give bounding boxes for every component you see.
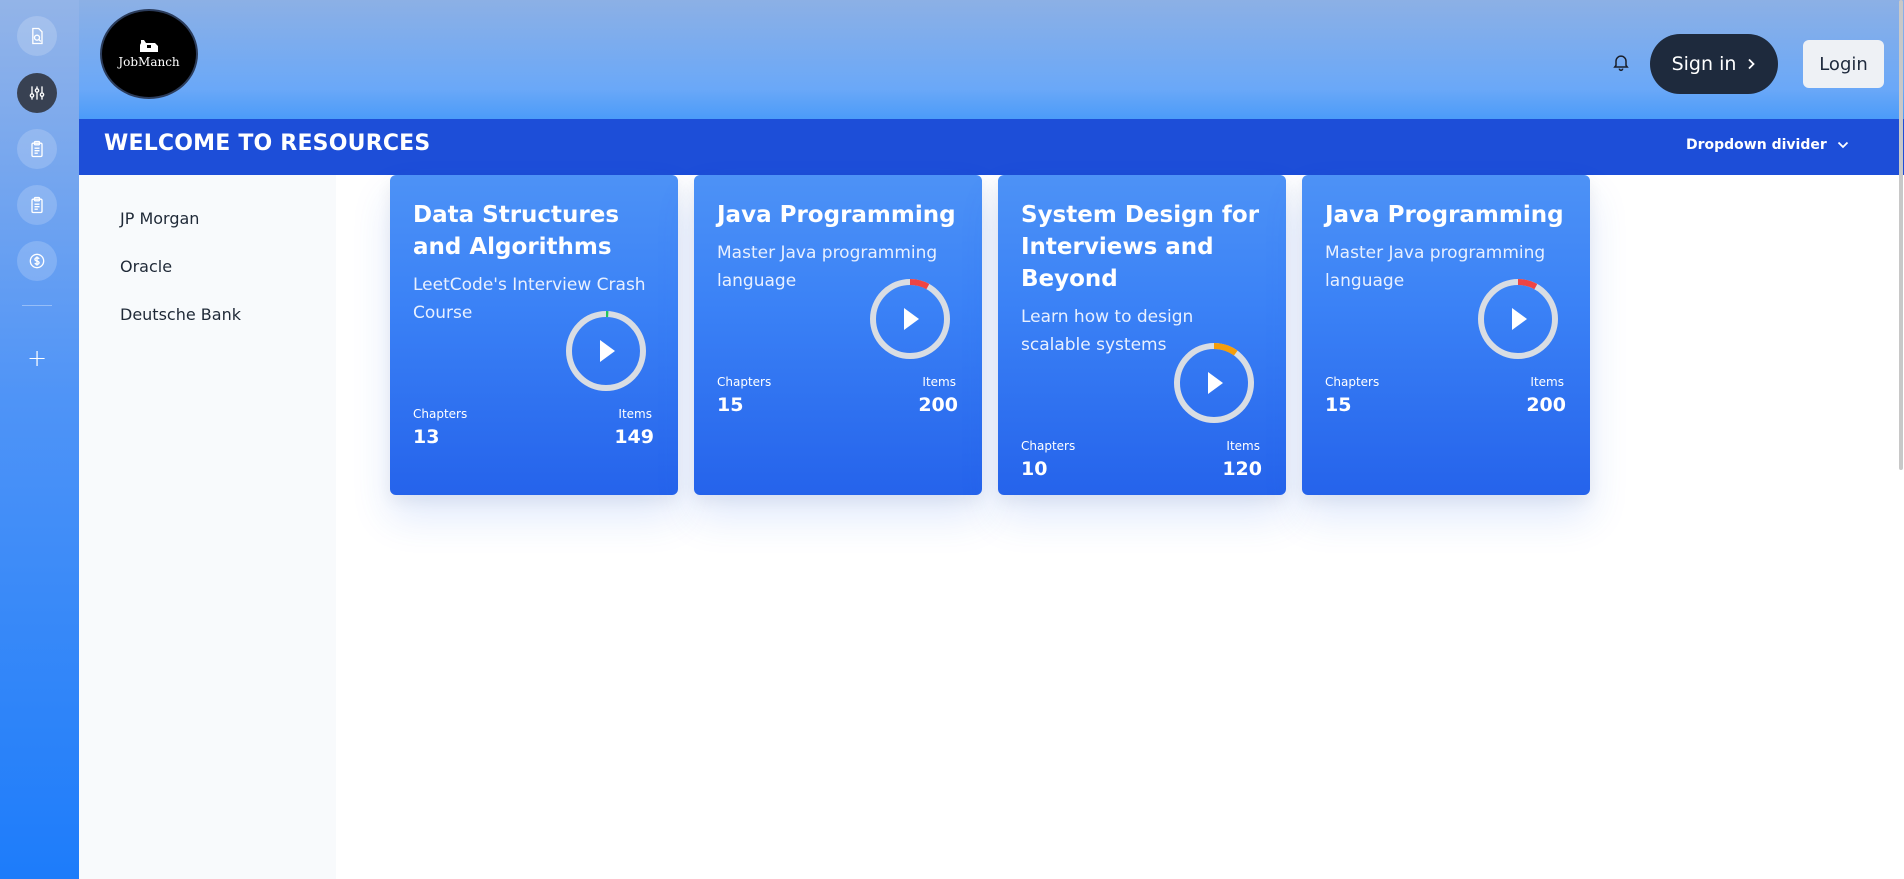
icon-rail: + (0, 0, 79, 879)
items-label: Items (618, 407, 652, 421)
sign-in-button[interactable]: Sign in (1650, 34, 1778, 94)
chapters-label: Chapters (413, 407, 468, 421)
play-progress-icon[interactable] (1477, 278, 1559, 360)
dropdown-label: Dropdown divider (1686, 137, 1827, 153)
items-count: 120 (1222, 458, 1262, 480)
play-progress-icon[interactable] (1173, 342, 1255, 424)
items-count: 200 (1526, 394, 1566, 416)
dropdown-divider[interactable]: Dropdown divider (1686, 137, 1849, 153)
clipboard-icon[interactable] (17, 129, 57, 169)
chevron-down-icon (1837, 141, 1848, 149)
page-title: WELCOME TO RESOURCES (104, 131, 431, 156)
items-count: 149 (614, 426, 654, 448)
login-button[interactable]: Login (1803, 40, 1884, 88)
items-label: Items (1226, 439, 1260, 453)
sliders-icon[interactable] (17, 73, 57, 113)
logo-text: JobManch (118, 55, 180, 69)
clipboard-icon[interactable] (17, 185, 57, 225)
sign-in-label: Sign in (1671, 53, 1737, 75)
brand-logo[interactable]: JobManch (100, 9, 198, 99)
plus-icon[interactable]: + (17, 338, 57, 378)
sidebar-item-jp-morgan[interactable]: JP Morgan (120, 209, 199, 228)
chapters-label: Chapters (1021, 439, 1076, 453)
course-title: Java Programming (717, 202, 956, 228)
welcome-banner: WELCOME TO RESOURCES Dropdown divider (79, 119, 1904, 175)
company-sidebar: JP Morgan Oracle Deutsche Bank (79, 175, 336, 879)
play-progress-icon[interactable] (565, 310, 647, 392)
document-search-icon[interactable] (17, 16, 57, 56)
chevron-right-icon (1748, 58, 1756, 70)
items-label: Items (1530, 375, 1564, 389)
chapters-count: 15 (717, 394, 744, 416)
course-card[interactable]: Java Programming Master Java programming… (1302, 175, 1590, 495)
chapters-count: 13 (413, 426, 440, 448)
sidebar-item-oracle[interactable]: Oracle (120, 257, 172, 276)
play-progress-icon[interactable] (869, 278, 951, 360)
items-count: 200 (918, 394, 958, 416)
course-title: System Design for Interviews and Beyond (1021, 202, 1260, 292)
rail-divider (22, 305, 52, 306)
chapters-label: Chapters (717, 375, 772, 389)
scrollbar-thumb[interactable] (1899, 0, 1903, 470)
top-bar: JobManch Sign in Login (79, 0, 1904, 119)
course-card[interactable]: System Design for Interviews and Beyond … (998, 175, 1286, 495)
sidebar-item-deutsche-bank[interactable]: Deutsche Bank (120, 305, 241, 324)
course-card[interactable]: Java Programming Master Java programming… (694, 175, 982, 495)
course-card[interactable]: Data Structures and Algorithms LeetCode'… (390, 175, 678, 495)
chapters-count: 15 (1325, 394, 1352, 416)
chapters-label: Chapters (1325, 375, 1380, 389)
course-title: Java Programming (1325, 202, 1564, 228)
items-label: Items (922, 375, 956, 389)
page-scrollbar[interactable] (1898, 0, 1904, 879)
bell-icon[interactable] (1611, 52, 1631, 72)
course-title: Data Structures and Algorithms (413, 202, 620, 260)
dollar-icon[interactable] (17, 241, 57, 281)
logo-mark-icon (140, 40, 158, 52)
chapters-count: 10 (1021, 458, 1048, 480)
